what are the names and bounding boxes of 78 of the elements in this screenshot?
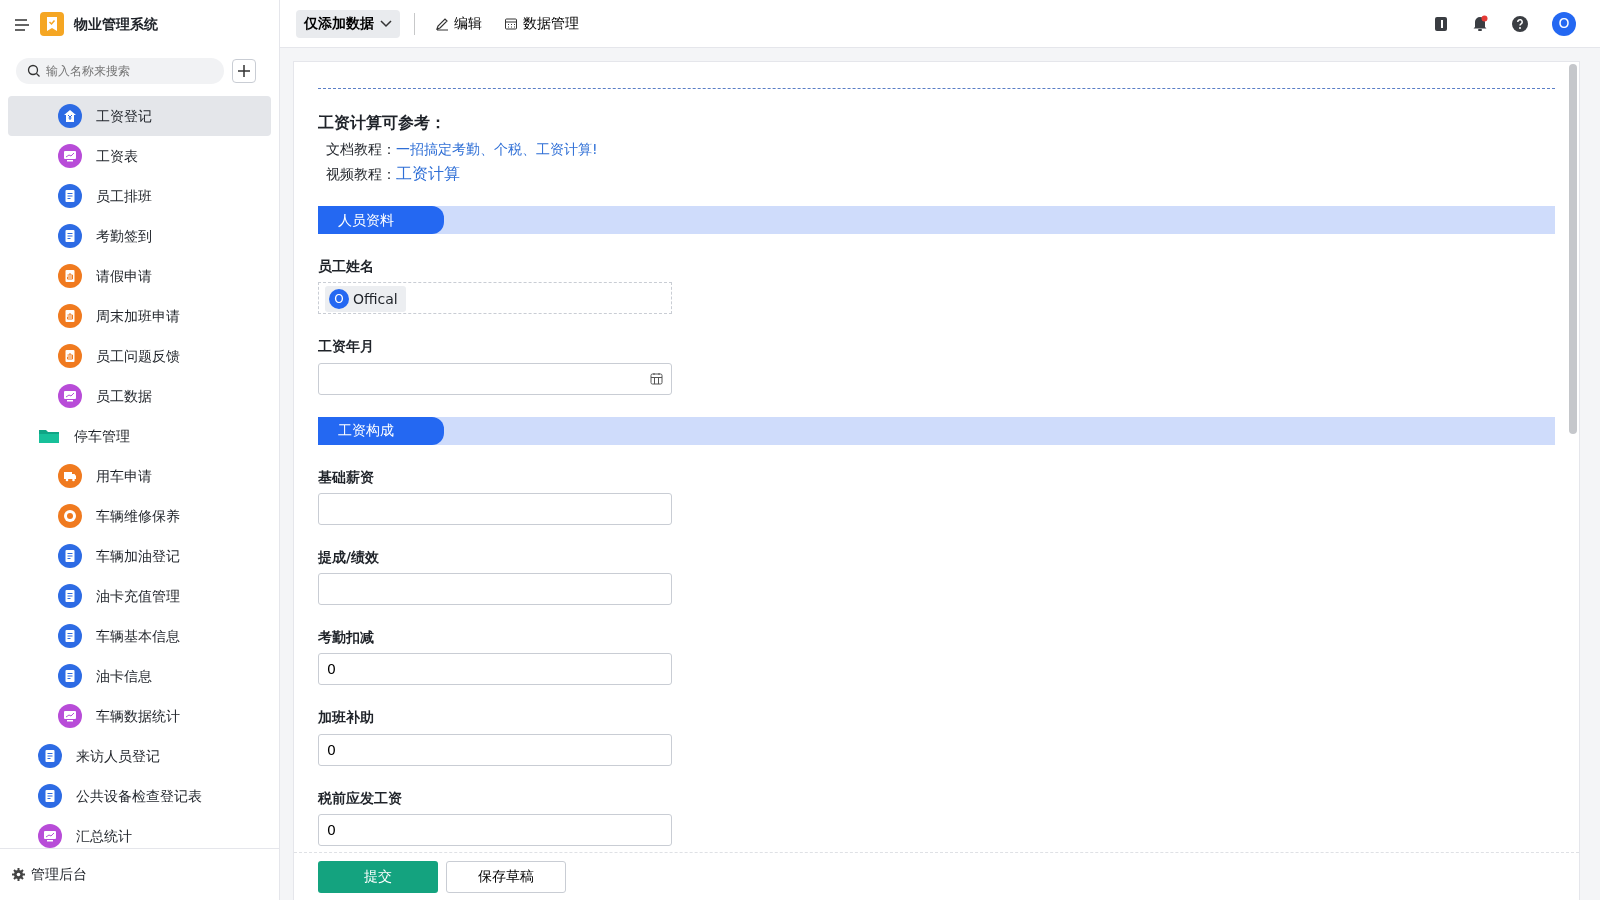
input-field[interactable]: 0 bbox=[318, 813, 672, 846]
sidebar-item[interactable]: 员工问题反馈 bbox=[8, 336, 271, 376]
sidebar-item[interactable]: 来访人员登记 bbox=[8, 736, 271, 776]
field-label: 基础薪资 bbox=[318, 467, 375, 487]
folder-icon bbox=[38, 427, 60, 445]
clipboard-icon bbox=[58, 304, 82, 328]
sidebar-item[interactable]: 公共设备检查登记表 bbox=[8, 776, 271, 816]
sidebar-item[interactable]: 油卡信息 bbox=[8, 656, 271, 696]
input-field[interactable] bbox=[318, 573, 672, 605]
sidebar-item[interactable]: 周末加班申请 bbox=[8, 296, 271, 336]
field-label: 提成/绩效 bbox=[318, 547, 380, 567]
user-avatar[interactable]: O bbox=[1552, 11, 1576, 36]
input-field[interactable]: 0 bbox=[318, 733, 672, 766]
date-field[interactable] bbox=[318, 362, 672, 395]
calendar-icon bbox=[650, 372, 663, 385]
sidebar-item[interactable]: 请假申请 bbox=[8, 256, 271, 296]
sidebar-item[interactable]: 员工排班 bbox=[8, 176, 271, 216]
link-label: 文档教程： bbox=[326, 140, 396, 159]
link-label: 视频教程： bbox=[326, 165, 396, 184]
clipboard-icon bbox=[58, 344, 82, 368]
sidebar-item[interactable]: 车辆基本信息 bbox=[8, 616, 271, 656]
section-title: 人员资料 bbox=[318, 206, 444, 234]
app-title: 物业管理系统 bbox=[74, 14, 158, 34]
search-field[interactable]: 输入名称来搜索 bbox=[16, 58, 224, 84]
field-label: 工资年月 bbox=[318, 337, 375, 357]
caret-icon bbox=[380, 19, 392, 28]
tutorial-link[interactable]: 一招搞定考勤、个税、工资计算! bbox=[396, 139, 598, 160]
document-icon bbox=[58, 544, 82, 568]
member-tag: O Offical bbox=[325, 286, 406, 313]
save-draft-button[interactable]: 保存草稿 bbox=[446, 860, 566, 893]
tutorial-link[interactable]: 工资计算 bbox=[396, 162, 460, 186]
gear-icon bbox=[12, 868, 25, 881]
sidebar-item[interactable]: 车辆加油登记 bbox=[8, 536, 271, 576]
monitor-chart-icon bbox=[58, 144, 82, 168]
data-management-button[interactable]: 数据管理 bbox=[498, 13, 585, 34]
document-icon bbox=[38, 784, 62, 808]
sidebar-item[interactable]: 车辆数据统计 bbox=[8, 696, 271, 736]
document-icon bbox=[58, 184, 82, 208]
help-icon bbox=[1512, 15, 1528, 32]
sidebar-item[interactable]: 员工数据 bbox=[8, 376, 271, 416]
sidebar-item[interactable]: 车辆维修保养 bbox=[8, 496, 271, 536]
sidebar-item[interactable]: 工资登记 bbox=[8, 96, 271, 136]
clipboard-icon bbox=[58, 264, 82, 288]
notebook-icon bbox=[1434, 15, 1448, 32]
monitor-chart-icon bbox=[58, 704, 82, 728]
input-field[interactable] bbox=[318, 492, 672, 525]
truck-icon bbox=[58, 464, 82, 488]
document-icon bbox=[58, 224, 82, 248]
input-field[interactable]: 0 bbox=[318, 653, 672, 686]
field-label: 考勤扣减 bbox=[318, 628, 375, 647]
sidebar-item[interactable]: 工资表 bbox=[8, 136, 271, 176]
sidebar-item[interactable]: 考勤签到 bbox=[8, 216, 271, 256]
edit-button[interactable]: 编辑 bbox=[429, 13, 488, 34]
ring-icon bbox=[58, 504, 82, 528]
add-button[interactable] bbox=[232, 59, 256, 83]
document-icon bbox=[58, 584, 82, 608]
plus-icon bbox=[237, 64, 251, 78]
section-heading: 工资计算可参考： bbox=[318, 112, 447, 134]
document-icon bbox=[38, 744, 62, 768]
monitor-chart-icon bbox=[58, 384, 82, 408]
sidebar-item[interactable]: 汇总统计 bbox=[8, 816, 271, 848]
section-title: 工资构成 bbox=[318, 416, 444, 445]
document-icon bbox=[58, 664, 82, 688]
table-icon bbox=[504, 16, 518, 31]
sidebar-item[interactable]: 用车申请 bbox=[8, 456, 271, 496]
field-label: 加班补助 bbox=[318, 708, 375, 728]
document-icon bbox=[58, 624, 82, 648]
field-label: 税前应发工资 bbox=[318, 788, 403, 808]
salary-icon bbox=[58, 104, 82, 128]
field-label: 员工姓名 bbox=[318, 257, 375, 276]
mode-dropdown[interactable]: 仅添加数据 bbox=[296, 9, 400, 38]
monitor-chart-icon bbox=[38, 824, 62, 848]
pencil-icon bbox=[435, 16, 449, 31]
admin-link[interactable]: 管理后台 bbox=[31, 864, 87, 885]
sidebar-item[interactable]: 油卡充值管理 bbox=[8, 576, 271, 616]
app-logo-icon bbox=[40, 12, 64, 36]
member-field[interactable]: O Offical bbox=[318, 282, 672, 315]
sidebar-item[interactable]: 停车管理 bbox=[8, 416, 271, 456]
